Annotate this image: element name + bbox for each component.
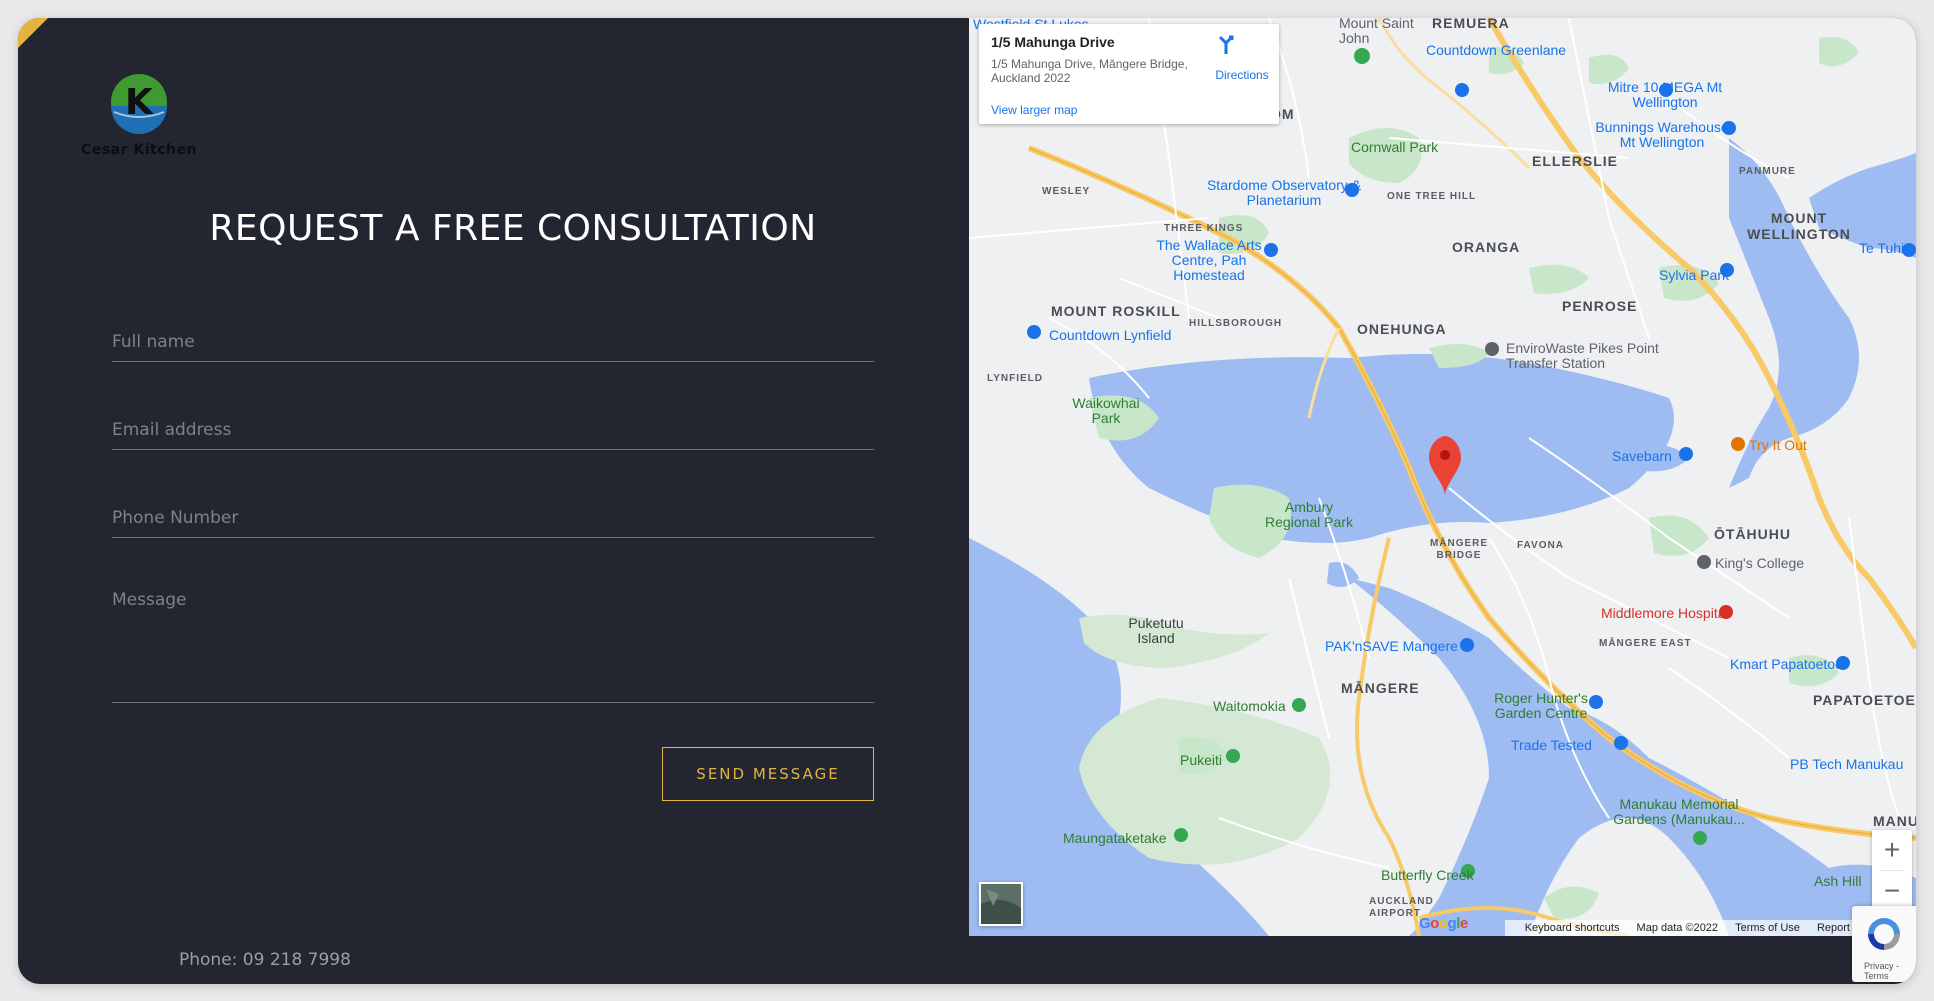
zoom-in-button[interactable]: + <box>1872 830 1912 870</box>
logo-mark-icon: K <box>111 74 167 134</box>
terms-of-use-link[interactable]: Terms of Use <box>1735 922 1800 934</box>
map-label-ambury: Ambury Regional Park <box>1265 499 1353 530</box>
phone-input[interactable] <box>112 499 874 537</box>
map-label-bunnings: Bunnings Warehouse Mt Wellington <box>1595 119 1729 150</box>
map-label-waitomokia: Waitomokia <box>1213 698 1286 714</box>
keyboard-shortcuts-link[interactable]: Keyboard shortcuts <box>1525 922 1620 934</box>
map-label-waikowhai-park: Waikowhai Park <box>1072 395 1140 426</box>
map-label-countdown-greenlane: Countdown Greenlane <box>1426 42 1567 58</box>
map-label-three-kings: THREE KINGS <box>1164 223 1244 234</box>
map-label-middlemore: Middlemore Hospital <box>1601 605 1729 621</box>
map-label-mangere: MĀNGERE <box>1341 680 1420 696</box>
phone-field[interactable] <box>112 499 874 538</box>
map-label-manu: MANU <box>1873 813 1916 829</box>
recaptcha-icon <box>1868 918 1900 950</box>
email-field[interactable] <box>112 411 874 450</box>
map-label-remuera: REMUERA <box>1432 18 1510 31</box>
map-label-lynfield: LYNFIELD <box>987 373 1043 384</box>
map-info-title: 1/5 Mahunga Drive <box>991 34 1115 50</box>
map-embed[interactable]: Westfield St Lukes Mount Saint John REMU… <box>969 18 1916 936</box>
map-label-mount-roskill: MOUNT ROSKILL <box>1051 303 1181 319</box>
map-label-stardome: Stardome Observatory & Planetarium <box>1206 177 1362 208</box>
map-label-kings-college: King's College <box>1715 555 1805 571</box>
recaptcha-badge[interactable]: Privacy - Terms <box>1852 906 1916 982</box>
map-label-trade-tested: Trade Tested <box>1511 737 1592 753</box>
send-message-button[interactable]: SEND MESSAGE <box>662 747 874 801</box>
message-field[interactable] <box>112 590 874 703</box>
corner-accent <box>18 18 48 48</box>
message-textarea[interactable] <box>112 590 874 698</box>
full-name-field[interactable] <box>112 323 874 362</box>
map-label-te-tuhi: Te Tuhi <box>1859 240 1905 256</box>
map-label-pukeiti: Pukeiti <box>1180 752 1223 768</box>
logo-letter: K <box>125 82 154 123</box>
contact-card: K Cesar Kitchen REQUEST A FREE CONSULTAT… <box>18 18 1916 984</box>
map-label-pb-tech: PB Tech Manukau <box>1790 756 1904 772</box>
map-label-cornwall-park: Cornwall Park <box>1351 139 1439 155</box>
map-label-kmart: Kmart Papatoetoe <box>1730 656 1843 672</box>
form-title: REQUEST A FREE CONSULTATION <box>209 208 817 249</box>
map-label-maungataketake: Maungataketake <box>1063 830 1167 846</box>
report-link[interactable]: Report <box>1817 922 1850 934</box>
map-label-mangere-bridge: MĀNGERE BRIDGE <box>1429 538 1489 561</box>
map-label-manukau-memorial: Manukau Memorial Gardens (Manukau... <box>1613 796 1745 827</box>
contact-phone: Phone: 09 218 7998 <box>179 950 351 970</box>
map-label-oranga: ORANGA <box>1452 239 1521 255</box>
map-label-ellerslie: ELLERSLIE <box>1532 153 1619 169</box>
map-label-panmure: PANMURE <box>1739 166 1796 177</box>
map-label-envirowaste: EnviroWaste Pikes Point Transfer Station <box>1506 340 1659 371</box>
zoom-controls: + − <box>1872 830 1912 911</box>
map-label-one-tree-hill: ONE TREE HILL <box>1387 191 1477 202</box>
email-input[interactable] <box>112 411 874 449</box>
google-logo: Google <box>1419 915 1468 932</box>
map-label-savebarn: Savebarn <box>1612 448 1672 464</box>
map-label-favona: FAVONA <box>1517 540 1564 551</box>
map-label-ash-hill: Ash Hill <box>1814 873 1862 889</box>
map-label-countdown-lynfield: Countdown Lynfield <box>1049 327 1172 343</box>
logo-text: Cesar Kitchen <box>81 142 197 158</box>
map-label-mount-wellington: MOUNT WELLINGTON <box>1747 210 1851 242</box>
recaptcha-text[interactable]: Privacy - Terms <box>1864 961 1916 981</box>
map-label-try-it-out: Try It Out <box>1749 437 1807 453</box>
map-label-paknsave: PAK'nSAVE Mangere <box>1325 638 1458 654</box>
map-label-mount-saint-john: Mount Saint John <box>1339 18 1414 46</box>
map-label-wesley: WESLEY <box>1042 186 1091 197</box>
view-larger-map-link[interactable]: View larger map <box>991 103 1077 117</box>
map-label-otahuhu: ŌTĀHUHU <box>1714 526 1791 542</box>
map-label-butterfly-creek: Butterfly Creek <box>1381 867 1474 883</box>
map-canvas[interactable] <box>969 18 1916 936</box>
map-label-roger-hunter: Roger Hunter's Garden Centre <box>1494 690 1588 721</box>
map-info-card: 1/5 Mahunga Drive 1/5 Mahunga Drive, Mān… <box>979 24 1279 124</box>
map-label-mangere-east: MĀNGERE EAST <box>1599 638 1692 649</box>
map-data-text: Map data ©2022 <box>1636 922 1719 934</box>
map-label-hillsborough: HILLSBOROUGH <box>1189 318 1283 329</box>
map-label-penrose: PENROSE <box>1562 298 1638 314</box>
directions-link[interactable]: Directions <box>1207 68 1277 82</box>
zoom-out-button[interactable]: − <box>1872 871 1912 911</box>
map-label-sylvia-park: Sylvia Park <box>1659 267 1730 283</box>
map-label-puketutu: Puketutu Island <box>1128 615 1184 646</box>
map-label-onehunga: ONEHUNGA <box>1357 321 1447 337</box>
map-info-address: 1/5 Mahunga Drive, Māngere Bridge, Auckl… <box>991 57 1188 85</box>
map-label-wallace-arts: The Wallace Arts Centre, Pah Homestead <box>1156 237 1262 283</box>
satellite-toggle[interactable] <box>979 882 1023 926</box>
satellite-thumbnail-icon <box>981 884 1021 924</box>
full-name-input[interactable] <box>112 323 874 361</box>
map-label-papatoetoe: PAPATOETOE <box>1813 692 1916 708</box>
logo[interactable]: K Cesar Kitchen <box>74 68 204 160</box>
map-label-mitre10: Mitre 10 MEGA Mt Wellington <box>1607 79 1723 110</box>
